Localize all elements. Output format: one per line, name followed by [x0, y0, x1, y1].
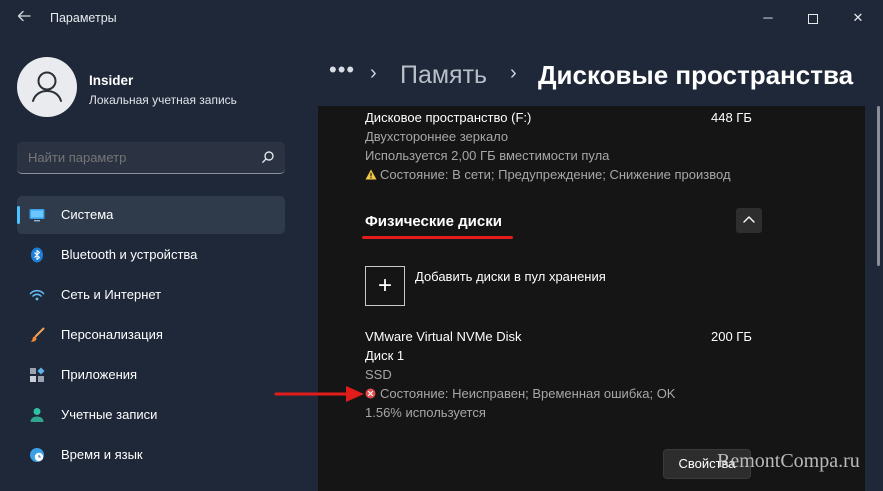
chevron-up-icon — [743, 216, 755, 223]
sidebar-nav: Система Bluetooth и устройства Сеть и Ин… — [17, 196, 285, 476]
profile-name: Insider — [89, 73, 134, 88]
sidebar-item-personalization[interactable]: Персонализация — [17, 316, 285, 354]
disk-status: Состояние: Неисправен; Временная ошибка;… — [365, 386, 675, 401]
breadcrumb-more-button[interactable]: ••• — [329, 57, 355, 83]
wifi-icon — [29, 289, 45, 301]
disk-index: Диск 1 — [365, 348, 405, 363]
maximize-button[interactable] — [793, 4, 833, 32]
page-title: Дисковые пространства — [538, 60, 854, 90]
disk-media-type: SSD — [365, 367, 392, 382]
avatar[interactable] — [17, 57, 77, 117]
settings-window: Параметры ─ ✕ Insider Локальная учетная … — [0, 0, 883, 491]
disk-name: VMware Virtual NVMe Disk — [365, 329, 522, 344]
back-button[interactable] — [14, 9, 34, 27]
back-arrow-icon — [17, 10, 31, 22]
storage-space-usage: Используется 2,00 ГБ вместимости пула — [365, 148, 610, 163]
sidebar-item-label: Bluetooth и устройства — [61, 247, 198, 262]
sidebar-item-time-language[interactable]: Время и язык — [17, 436, 285, 474]
close-button[interactable]: ✕ — [838, 4, 878, 32]
sidebar-item-system[interactable]: Система — [17, 196, 285, 234]
brush-icon — [30, 327, 45, 342]
storage-space-status-text: Состояние: В сети; Предупреждение; Сниже… — [380, 167, 731, 182]
sidebar-item-label: Система — [61, 207, 114, 222]
sidebar-item-label: Приложения — [61, 367, 138, 382]
maximize-icon — [808, 13, 818, 24]
sidebar-item-bluetooth[interactable]: Bluetooth и устройства — [17, 236, 285, 274]
disk-usage: 1.56% используется — [365, 405, 486, 420]
breadcrumb-separator: › — [370, 62, 377, 84]
collapse-section-button[interactable] — [736, 208, 762, 233]
annotation-arrow-icon — [274, 386, 364, 402]
annotation-underline — [362, 236, 513, 239]
person-icon — [30, 408, 44, 422]
physical-disks-title: Физические диски — [365, 213, 502, 230]
error-icon — [365, 388, 376, 399]
sidebar-item-label: Персонализация — [61, 327, 163, 342]
disk-size: 200 ГБ — [711, 329, 752, 344]
warning-icon — [365, 169, 377, 180]
add-disks-label[interactable]: Добавить диски в пул хранения — [415, 269, 606, 284]
sidebar-item-label: Время и язык — [61, 447, 143, 462]
sidebar-item-accounts[interactable]: Учетные записи — [17, 396, 285, 434]
app-title: Параметры — [50, 11, 117, 25]
storage-space-name[interactable]: Дисковое пространство (F:) — [365, 110, 531, 125]
monitor-icon — [29, 209, 45, 222]
profile-account-type: Локальная учетная запись — [89, 93, 237, 107]
breadcrumb-parent-link[interactable]: Память — [400, 61, 487, 90]
minimize-button[interactable]: ─ — [748, 4, 788, 32]
sidebar-item-network[interactable]: Сеть и Интернет — [17, 276, 285, 314]
bluetooth-icon — [31, 247, 43, 263]
disk-status-text: Состояние: Неисправен; Временная ошибка;… — [380, 386, 676, 401]
storage-space-status: Состояние: В сети; Предупреждение; Сниже… — [365, 167, 731, 182]
content-panel: Дисковое пространство (F:) 448 ГБ Двухст… — [318, 106, 865, 491]
content-scrollbar[interactable] — [877, 106, 880, 266]
storage-space-type: Двухстороннее зеркало — [365, 129, 509, 144]
apps-icon — [30, 367, 45, 382]
sidebar-item-label: Сеть и Интернет — [61, 287, 162, 302]
search-icon[interactable] — [261, 150, 275, 164]
person-avatar-icon — [32, 71, 62, 102]
search-input[interactable] — [28, 150, 248, 165]
sidebar-item-apps[interactable]: Приложения — [17, 356, 285, 394]
storage-space-size: 448 ГБ — [711, 110, 752, 125]
breadcrumb-separator: › — [510, 62, 517, 84]
add-disks-button[interactable]: + — [365, 266, 405, 306]
clock-globe-icon — [30, 448, 44, 462]
sidebar-item-label: Учетные записи — [61, 407, 158, 422]
watermark: RemontCompa.ru — [717, 450, 860, 472]
title-bar: Параметры ─ ✕ — [0, 0, 883, 36]
search-box[interactable] — [17, 142, 285, 174]
